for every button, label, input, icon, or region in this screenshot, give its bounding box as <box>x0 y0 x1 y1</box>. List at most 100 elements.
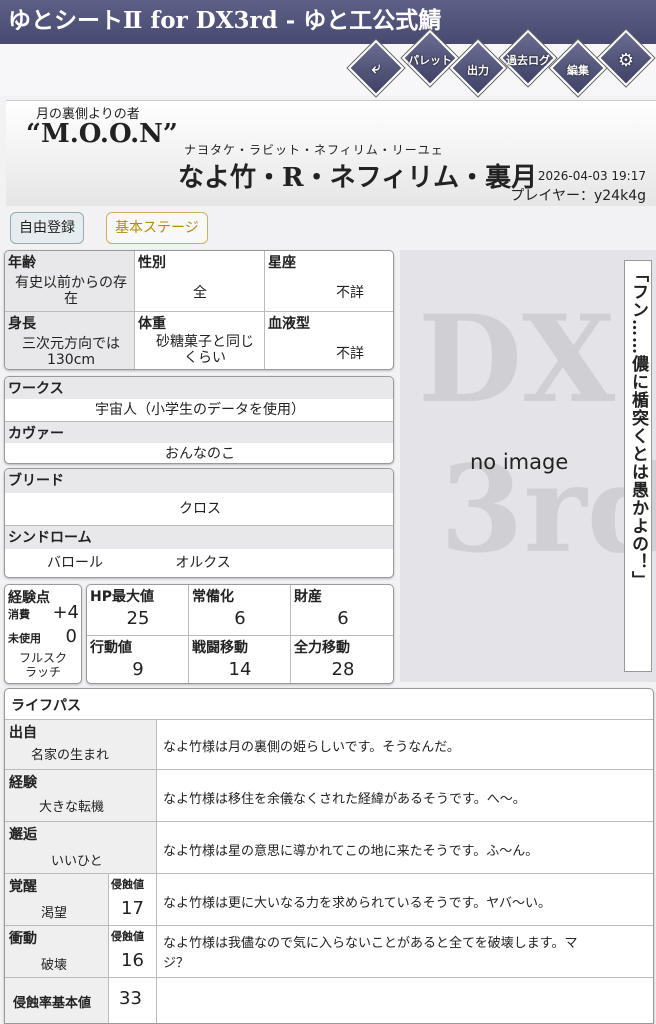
cover-value: おんなのこ <box>165 446 235 462</box>
weight-cell: 体重 砂糖菓子と同じくらい <box>135 311 265 369</box>
cover-label: カヴァー <box>8 426 64 442</box>
awaken-erosion-label: 侵蝕値 <box>111 878 144 891</box>
hp-cell: HP最大値 25 <box>87 585 189 635</box>
cover-header: カヴァー <box>5 421 393 443</box>
stock-value: 6 <box>234 608 246 629</box>
character-quote: 「フン……儂に楯突くとは愚かよの！」 <box>624 260 652 672</box>
experience-desc: なよ竹様は移住を余儀なくされた経緯があるそうです。へ〜。 <box>163 792 526 807</box>
no-image-text: no image <box>470 450 569 474</box>
exp-spent-value: +4 <box>52 602 79 623</box>
height-cell: 身長 三次元方向では130cm <box>5 311 135 369</box>
back-arrow-icon: ⤶ <box>371 58 381 77</box>
move-cell: 戦闘移動 14 <box>189 635 291 683</box>
move-label: 戦闘移動 <box>192 640 248 656</box>
move-value: 14 <box>228 659 252 680</box>
tag-basic-stage[interactable]: 基本ステージ <box>106 212 208 244</box>
works-header: ワークス <box>5 377 393 399</box>
lifepath-box: ライフパス 出自 名家の生まれ なよ竹様は月の裏側の姫らしいです。そうなんだ。 … <box>4 688 654 1024</box>
blood-value: 不詳 <box>336 346 364 362</box>
awaken-label: 覚醒 <box>9 879 37 895</box>
lifepath-row: 覚醒 渇望 侵蝕値 17 なよ竹様は更に大いなる力を求められているそうです。ヤバ… <box>5 873 653 925</box>
works-label: ワークス <box>8 381 64 397</box>
character-header: 月の裏側よりの者 “M.O.O.N” ナヨタケ・ラビット・ネフィリム・リーユェ … <box>6 100 656 206</box>
age-value: 有史以前からの存在 <box>15 275 127 307</box>
blood-label: 血液型 <box>268 316 310 332</box>
exp-spent-label: 消費 <box>8 608 30 621</box>
age-label: 年齢 <box>8 255 36 271</box>
impulse-value: 破壊 <box>41 958 68 973</box>
gender-cell: 性別 全 <box>135 251 265 311</box>
syndrome-2: オルクス <box>175 555 231 571</box>
hp-label: HP最大値 <box>90 589 154 605</box>
alias: “M.O.O.N” <box>26 119 178 149</box>
base-erosion-value: 33 <box>119 988 142 1009</box>
works-box: ワークス 宇宙人（小学生のデータを使用） カヴァー おんなのこ <box>4 376 394 464</box>
experience-value: 大きな転機 <box>39 800 105 815</box>
exp-unused-value: 0 <box>65 626 77 647</box>
hp-value: 25 <box>126 608 150 629</box>
encounter-label: 邂逅 <box>9 827 37 843</box>
stock-label: 常備化 <box>192 589 234 605</box>
dash-cell: 全力移動 28 <box>291 635 393 683</box>
stock-cell: 常備化 6 <box>189 585 291 635</box>
age-cell: 年齢 有史以前からの存在 <box>5 251 135 311</box>
full-scratch: フルスクラッチ <box>18 651 67 679</box>
gender-label: 性別 <box>138 255 166 271</box>
exp-box: 経験点 消費 +4 未使用 0 フルスクラッチ <box>4 584 82 684</box>
impulse-erosion-label: 侵蝕値 <box>111 930 144 943</box>
awaken-value: 渇望 <box>41 906 68 921</box>
awaken-erosion-value: 17 <box>121 898 144 919</box>
experience-label: 経験 <box>9 775 37 791</box>
app-title: ゆとシートⅡ for DX3rd - ゆと工公式鯖 <box>0 0 656 44</box>
lifepath-row: 邂逅 いいひと なよ竹様は星の意思に導かれてこの地に来たそうです。ふ〜ん。 <box>5 821 653 873</box>
breed-header: ブリード <box>5 469 393 493</box>
height-value: 三次元方向では130cm <box>22 336 120 368</box>
player-name: プレイヤー：y24k4g <box>510 188 646 204</box>
action-value: 9 <box>132 659 144 680</box>
action-cell: 行動値 9 <box>87 635 189 683</box>
assets-label: 財産 <box>294 589 322 605</box>
weight-label: 体重 <box>138 316 166 332</box>
tag-free[interactable]: 自由登録 <box>10 212 84 244</box>
dash-label: 全力移動 <box>294 640 350 656</box>
lifepath-row: 衝動 破壊 侵蝕値 16 なよ竹様は我儘なので気に入らないことがあると全てを破壊… <box>5 925 653 977</box>
impulse-desc-2: ジ？ <box>163 956 190 971</box>
exp-label: 経験点 <box>8 590 50 606</box>
stats-box: HP最大値 25 常備化 6 財産 6 行動値 9 戦闘移動 14 全力移動 2… <box>86 584 394 684</box>
dash-value: 28 <box>331 659 355 680</box>
impulse-desc: なよ竹様は我儘なので気に入らないことがあると全てを破壊します。マ <box>163 936 578 951</box>
origin-label: 出自 <box>9 725 37 741</box>
assets-cell: 財産 6 <box>291 585 393 635</box>
exp-unused-label: 未使用 <box>8 632 41 645</box>
updated-date: 2026-04-03 19:17 <box>537 169 646 183</box>
gear-icon: ⚙ <box>617 50 635 71</box>
encounter-desc: なよ竹様は星の意思に導かれてこの地に来たそうです。ふ〜ん。 <box>163 844 539 859</box>
assets-value: 6 <box>337 608 349 629</box>
lifepath-row: 出自 名家の生まれ なよ竹様は月の裏側の姫らしいです。そうなんだ。 <box>5 719 653 769</box>
base-erosion-label: 侵蝕率基本値 <box>13 996 92 1011</box>
lifepath-row: 経験 大きな転機 なよ竹様は移住を余儀なくされた経緯があるそうです。へ〜。 <box>5 769 653 821</box>
sign-label: 星座 <box>268 255 296 271</box>
character-name: なよ竹・R・ネフィリム・裏月 <box>178 163 538 193</box>
works-value: 宇宙人（小学生のデータを使用） <box>95 402 305 418</box>
name-ruby: ナヨタケ・ラビット・ネフィリム・リーユェ <box>184 143 444 157</box>
height-label: 身長 <box>8 316 36 332</box>
impulse-label: 衝動 <box>9 931 37 947</box>
impulse-erosion-value: 16 <box>121 950 144 971</box>
toolbar: ⤶ パレット 出力 過去ログ 編集 ⚙ <box>0 29 656 97</box>
awaken-desc: なよ竹様は更に大いなる力を求められているそうです。ヤバ〜い。 <box>163 896 552 911</box>
watermark-dx: DX <box>418 289 616 430</box>
sign-cell: 星座 不詳 <box>265 251 393 311</box>
lifepath-title: ライフパス <box>11 698 81 714</box>
syndrome-header: シンドローム <box>5 525 393 549</box>
blood-cell: 血液型 不詳 <box>265 311 393 369</box>
breed-box: ブリード クロス シンドローム バロール オルクス <box>4 468 394 578</box>
origin-value: 名家の生まれ <box>31 748 110 763</box>
gender-value: 全 <box>193 285 207 301</box>
action-label: 行動値 <box>90 640 132 656</box>
portrait-area: DX 3rd no image 「フン……儂に楯突くとは愚かよの！」 <box>400 250 656 682</box>
profile-box: 年齢 有史以前からの存在 性別 全 星座 不詳 身長 三次元方向では130cm … <box>4 250 394 370</box>
syndrome-label: シンドローム <box>8 530 92 546</box>
breed-label: ブリード <box>8 473 64 489</box>
syndrome-1: バロール <box>47 555 103 571</box>
